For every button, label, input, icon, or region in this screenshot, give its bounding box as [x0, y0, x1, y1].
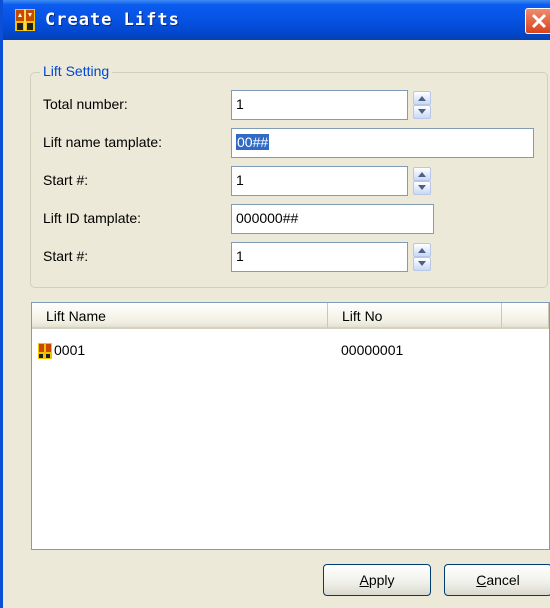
arrow-up-icon	[418, 96, 426, 101]
lift-name-template-input[interactable]: 00##	[231, 128, 534, 158]
id-start-down-button[interactable]	[413, 257, 431, 271]
total-number-down-button[interactable]	[413, 105, 431, 119]
lift-icon	[15, 9, 35, 31]
name-start-up-button[interactable]	[413, 167, 431, 181]
cancel-accel: C	[476, 572, 487, 588]
title-bar[interactable]: Create Lifts	[3, 0, 550, 40]
total-number-up-button[interactable]	[413, 91, 431, 105]
column-header-empty	[502, 303, 549, 329]
apply-button[interactable]: Apply	[323, 564, 431, 596]
lift-setting-legend: Lift Setting	[40, 63, 113, 79]
id-start-up-button[interactable]	[413, 243, 431, 257]
name-start-spinner	[413, 166, 431, 196]
id-start-label: Start #:	[43, 248, 89, 264]
name-start-label: Start #:	[43, 172, 89, 188]
column-header-lift-no[interactable]: Lift No	[328, 303, 502, 329]
close-icon	[531, 13, 547, 29]
lift-no-cell[interactable]: 00000001	[341, 342, 403, 358]
column-header-lift-name[interactable]: Lift Name	[32, 303, 328, 329]
total-number-label: Total number:	[43, 96, 128, 112]
cancel-label: ancel	[486, 572, 520, 588]
apply-accel: A	[359, 572, 369, 588]
lift-name-template-value: 00##	[236, 134, 270, 150]
id-start-input[interactable]: 1	[231, 242, 408, 272]
lift-id-template-input[interactable]: 000000##	[231, 204, 434, 234]
apply-label: pply	[368, 572, 395, 588]
arrow-up-icon	[418, 172, 426, 177]
name-start-down-button[interactable]	[413, 181, 431, 195]
cancel-button[interactable]: Cancel	[444, 564, 550, 596]
lift-name-template-label: Lift name tamplate:	[43, 134, 163, 150]
close-button[interactable]	[525, 8, 550, 34]
arrow-down-icon	[418, 109, 426, 114]
total-number-input[interactable]: 1	[231, 90, 408, 120]
lift-id-template-label: Lift ID tamplate:	[43, 210, 142, 226]
create-lifts-dialog: Create Lifts Lift Setting Total number: …	[0, 0, 550, 608]
lift-name-cell[interactable]: 0001	[54, 342, 85, 358]
arrow-down-icon	[418, 185, 426, 190]
arrow-down-icon	[418, 261, 426, 266]
window-title: Create Lifts	[45, 10, 180, 30]
lift-list[interactable]: Lift Name Lift No 0001 00000001	[31, 302, 550, 550]
id-start-spinner	[413, 242, 431, 272]
arrow-up-icon	[418, 248, 426, 253]
name-start-input[interactable]: 1	[231, 166, 408, 196]
lift-icon	[38, 343, 52, 359]
total-number-spinner	[413, 90, 431, 120]
